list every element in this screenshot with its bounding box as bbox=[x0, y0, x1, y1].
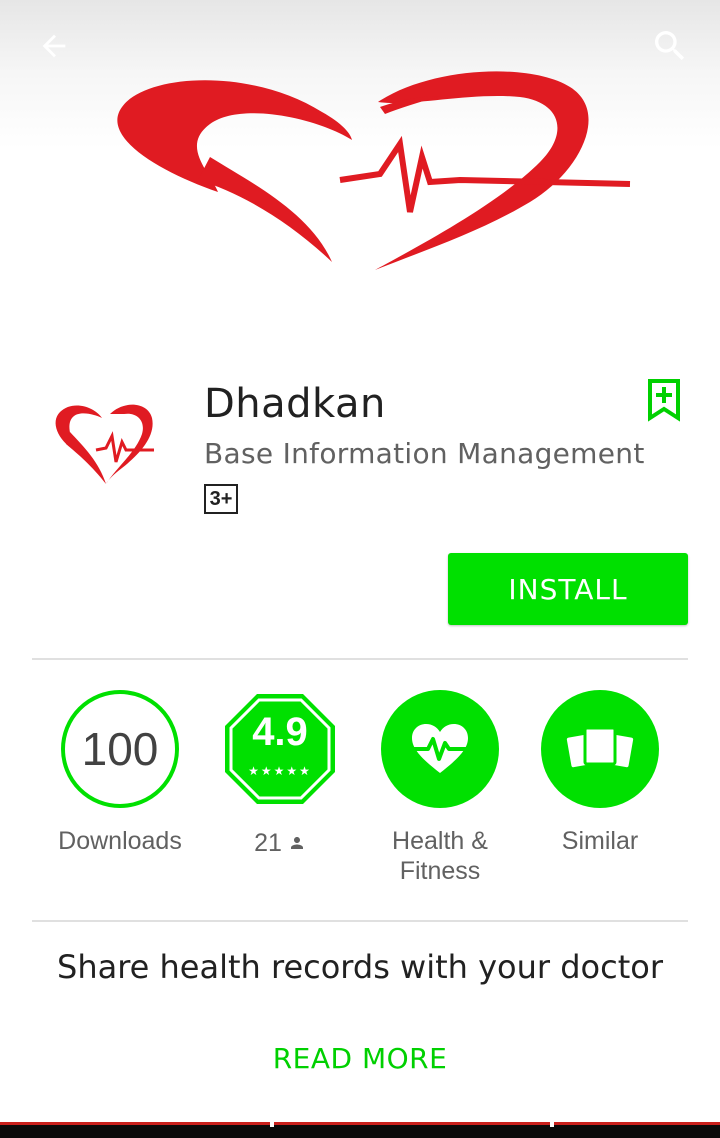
rating-count-row: 21 bbox=[200, 828, 360, 858]
read-more-button[interactable]: READ MORE bbox=[0, 1042, 720, 1075]
downloads-badge: 100 bbox=[61, 690, 179, 808]
install-button[interactable]: INSTALL bbox=[448, 553, 688, 625]
developer-link[interactable]: Base Information Management bbox=[204, 434, 645, 474]
cards-stack-icon bbox=[566, 726, 634, 768]
heart-heartbeat-logo bbox=[117, 71, 631, 270]
strip-mark bbox=[270, 1122, 274, 1127]
rating-value: 4.9 bbox=[252, 710, 308, 754]
rating-count: 21 bbox=[254, 829, 282, 857]
similar-label: Similar bbox=[561, 827, 639, 855]
divider bbox=[32, 920, 688, 922]
category-label: Health & Fitness bbox=[392, 827, 488, 885]
app-icon bbox=[55, 404, 154, 484]
search-button[interactable] bbox=[646, 22, 694, 70]
downloads-label: Downloads bbox=[58, 827, 182, 855]
rating-stars-icon: ★★★★★ bbox=[248, 764, 312, 778]
similar-badge bbox=[541, 690, 659, 808]
downloads-stat: 100 Downloads bbox=[40, 690, 200, 856]
back-button[interactable] bbox=[30, 22, 78, 70]
similar-stat[interactable]: Similar bbox=[520, 690, 680, 856]
divider bbox=[32, 658, 688, 660]
person-icon bbox=[290, 837, 303, 849]
app-tagline: Share health records with your doctor bbox=[57, 948, 663, 986]
bottom-edge bbox=[0, 1122, 720, 1138]
category-stat[interactable]: Health & Fitness bbox=[360, 690, 520, 886]
bookmark-add-icon bbox=[648, 379, 680, 422]
heart-pulse-icon bbox=[412, 724, 468, 773]
rating-stat[interactable]: 4.9 ★★★★★ 21 bbox=[200, 690, 360, 858]
app-title: Dhadkan bbox=[204, 381, 386, 427]
search-icon bbox=[655, 31, 685, 61]
strip-mark bbox=[550, 1122, 554, 1127]
feature-graphic bbox=[0, 0, 720, 330]
wishlist-button[interactable] bbox=[646, 378, 682, 422]
app-details-screen: Dhadkan Base Information Management 3+ I… bbox=[0, 0, 720, 1138]
category-badge bbox=[381, 690, 499, 808]
rating-badge: 4.9 ★★★★★ bbox=[219, 688, 341, 810]
downloads-count: 100 bbox=[81, 723, 159, 775]
content-rating-badge: 3+ bbox=[204, 484, 238, 514]
arrow-back-icon bbox=[42, 34, 66, 58]
